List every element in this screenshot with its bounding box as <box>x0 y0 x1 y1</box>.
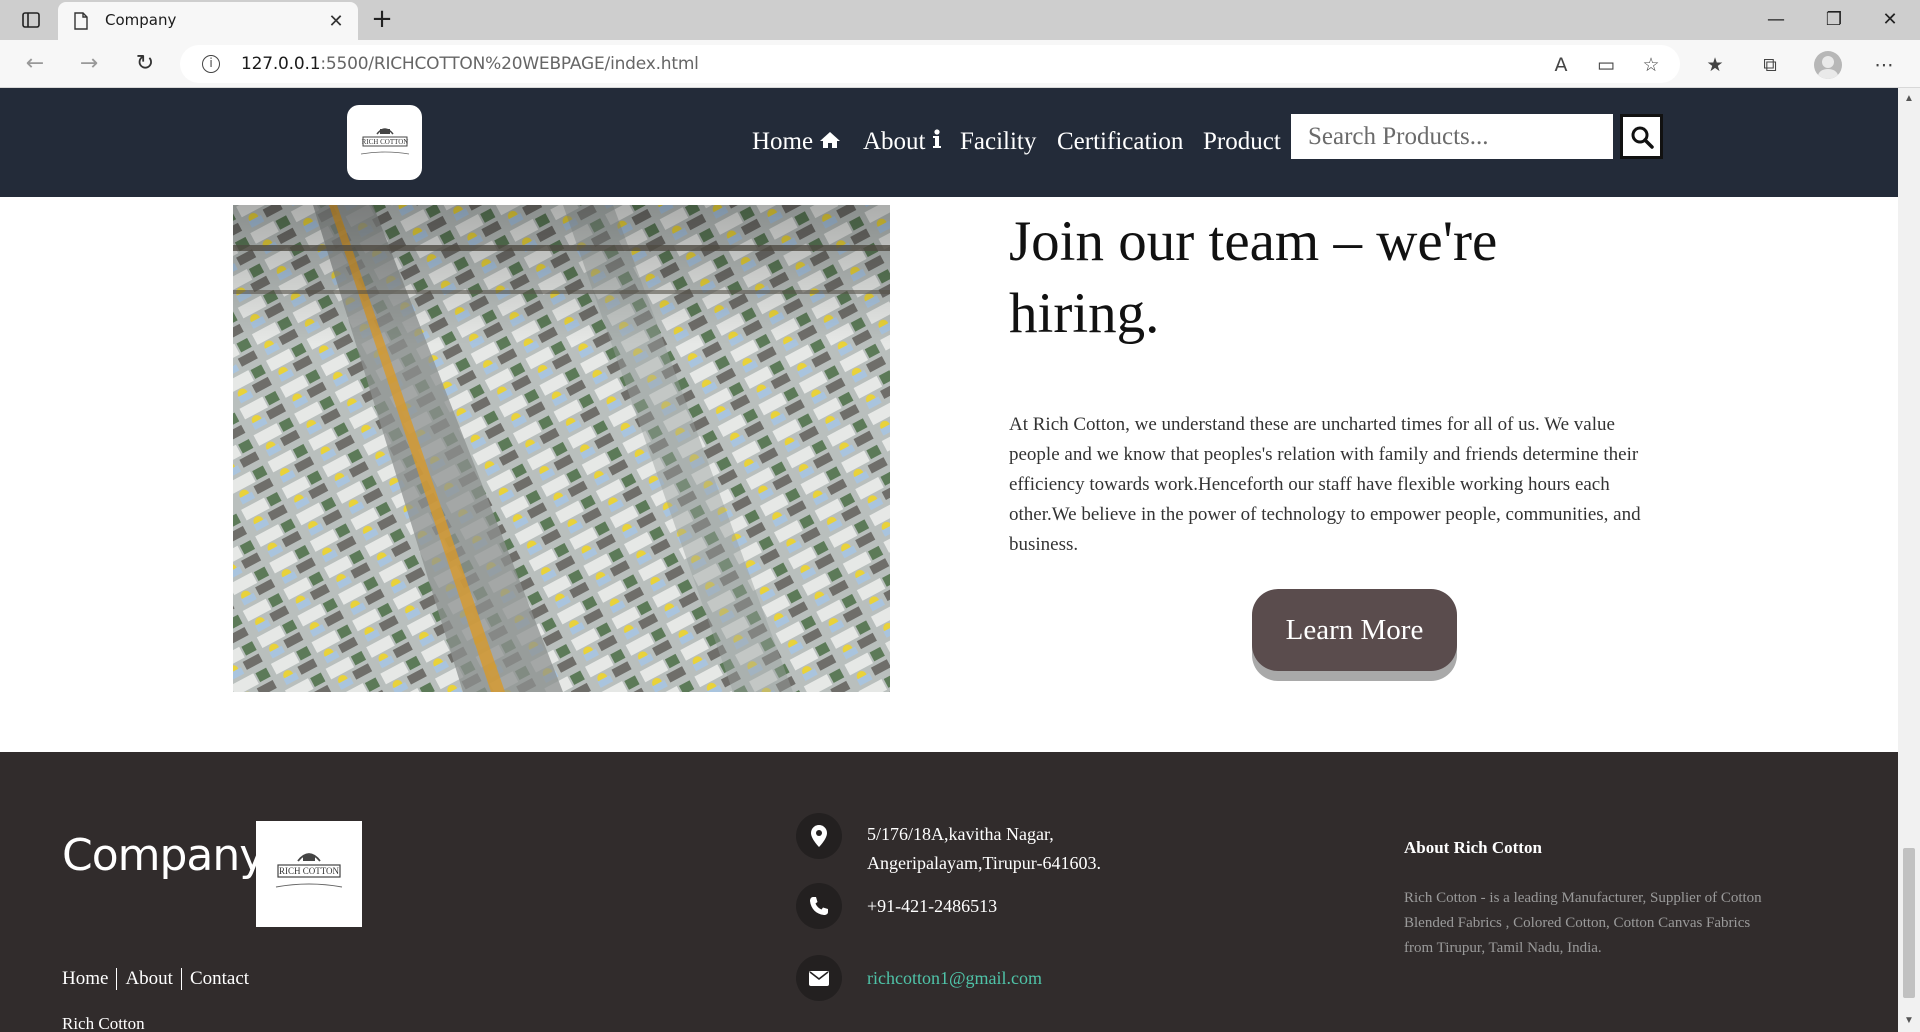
location-icon <box>796 813 842 859</box>
search-button[interactable] <box>1620 114 1663 159</box>
email-icon <box>796 955 842 1001</box>
phone-icon <box>796 883 842 929</box>
nav-home[interactable]: Home <box>752 128 841 156</box>
url-text[interactable]: 127.0.0.1:5500/RICHCOTTON%20WEBPAGE/inde… <box>241 54 699 74</box>
add-favorite-icon[interactable]: ☆ <box>1638 52 1664 78</box>
footer-about-title: About Rich Cotton <box>1404 838 1542 857</box>
url-path: :5500/RICHCOTTON%20WEBPAGE/index.html <box>320 54 699 74</box>
logo-lettering: RICH COTTON <box>361 138 408 146</box>
hiring-description: At Rich Cotton, we understand these are … <box>1009 414 1641 555</box>
nav-about-label: About <box>863 128 926 155</box>
footer-link-divider <box>116 968 118 990</box>
address-line-2: Angeripalayam,Tirupur-641603. <box>867 853 1101 873</box>
footer-link-about[interactable]: About <box>125 968 173 990</box>
page-viewport: RICH COTTON Home About Facility Certific… <box>0 88 1898 1032</box>
favorites-icon[interactable]: ★ <box>1702 52 1728 78</box>
footer-email-link[interactable]: richcotton1@gmail.com <box>867 964 1042 993</box>
address-line-1: 5/176/18A,kavitha Nagar, <box>867 824 1054 844</box>
immersive-reader-icon[interactable]: ▭ <box>1593 52 1619 78</box>
browser-tab[interactable]: Company ✕ <box>58 2 358 40</box>
read-aloud-icon[interactable]: A <box>1548 52 1574 78</box>
footer-address: 5/176/18A,kavitha Nagar, Angeripalayam,T… <box>867 820 1101 878</box>
restore-icon[interactable]: ❐ <box>1814 8 1854 32</box>
address-bar[interactable]: i 127.0.0.1:5500/RICHCOTTON%20WEBPAGE/in… <box>180 45 1680 83</box>
learn-more-button[interactable]: Learn More <box>1252 589 1457 671</box>
collections-icon[interactable]: ⧉ <box>1757 52 1783 78</box>
site-logo[interactable]: RICH COTTON <box>347 105 422 180</box>
footer-link-divider <box>180 968 182 990</box>
footer-about-text: Rich Cotton - is a leading Manufacturer,… <box>1404 890 1762 956</box>
hiring-headline: Join our team – we're hiring. <box>1009 210 1498 345</box>
scroll-up-icon[interactable]: ▲ <box>1902 92 1916 106</box>
site-info-icon[interactable]: i <box>202 55 220 73</box>
scroll-down-icon[interactable]: ▼ <box>1902 1014 1916 1028</box>
nav-product[interactable]: Product <box>1203 128 1281 156</box>
nav-certification[interactable]: Certification <box>1057 128 1183 156</box>
back-icon[interactable]: ← <box>21 50 49 78</box>
page-icon <box>74 12 90 30</box>
page-scrollbar[interactable]: ▲ ▼ <box>1898 88 1920 1032</box>
nav-home-label: Home <box>752 128 814 155</box>
footer-phone[interactable]: +91-421-2486513 <box>867 892 997 921</box>
forward-icon[interactable]: → <box>75 50 103 78</box>
footer-company-name: Company <box>62 830 265 881</box>
site-header: RICH COTTON Home About Facility Certific… <box>0 88 1898 197</box>
browser-tab-bar: Company ✕ + — ❐ ✕ <box>0 0 1920 40</box>
footer-brand-name: Rich Cotton <box>62 1014 145 1032</box>
site-footer: Company RICH COTTON Home About Contact R… <box>0 752 1898 1032</box>
close-window-icon[interactable]: ✕ <box>1870 8 1910 32</box>
more-menu-icon[interactable]: ⋯ <box>1871 52 1897 78</box>
scrollbar-thumb[interactable] <box>1903 848 1915 998</box>
footer-link-contact[interactable]: Contact <box>190 968 249 990</box>
footer-links: Home About Contact <box>62 968 249 990</box>
close-tab-icon[interactable]: ✕ <box>326 11 346 31</box>
search-icon <box>1631 126 1654 149</box>
tab-title: Company <box>105 11 177 29</box>
nav-about[interactable]: About <box>863 128 942 156</box>
profile-avatar[interactable] <box>1814 51 1842 79</box>
home-icon <box>820 132 841 148</box>
tab-actions-icon[interactable] <box>14 8 48 32</box>
reload-icon[interactable]: ↻ <box>131 50 159 78</box>
footer-link-home[interactable]: Home <box>62 968 108 990</box>
search-input[interactable] <box>1291 114 1613 159</box>
footer-logo: RICH COTTON <box>256 821 362 927</box>
nav-facility[interactable]: Facility <box>960 128 1036 156</box>
new-tab-icon[interactable]: + <box>368 6 396 34</box>
minimize-icon[interactable]: — <box>1756 8 1796 32</box>
factory-floor-image <box>233 205 890 692</box>
info-icon <box>932 129 941 148</box>
footer-logo-lettering: RICH COTTON <box>279 866 340 876</box>
browser-toolbar: ← → ↻ i 127.0.0.1:5500/RICHCOTTON%20WEBP… <box>0 40 1920 88</box>
url-host: 127.0.0.1 <box>241 54 321 74</box>
